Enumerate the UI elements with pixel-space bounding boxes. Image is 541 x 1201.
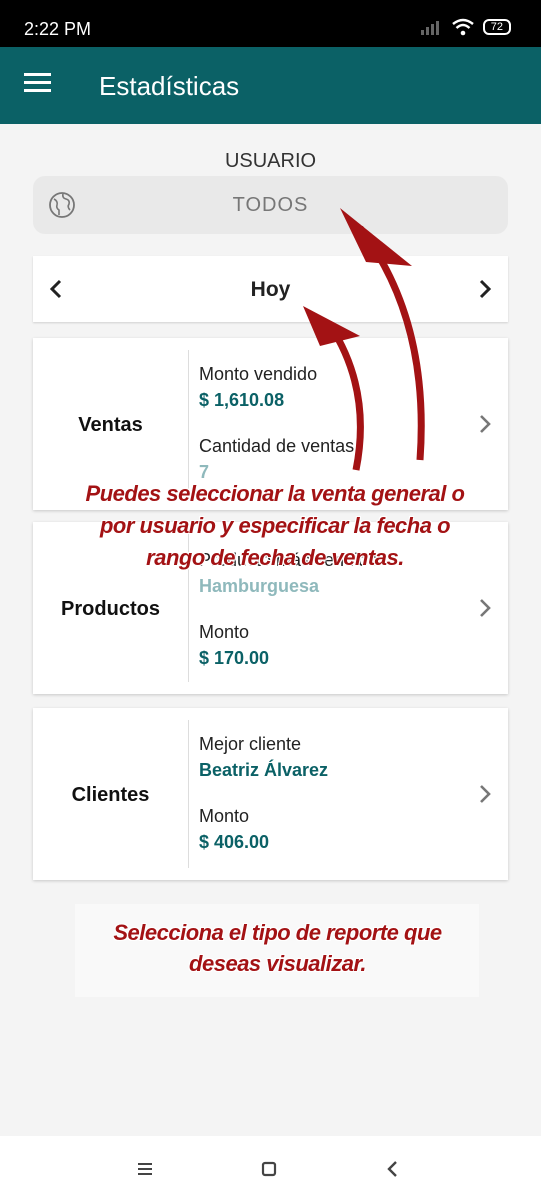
card-row-label: Monto	[199, 622, 250, 642]
menu-icon[interactable]	[24, 73, 52, 95]
card-row-value: $ 1,610.08	[199, 390, 285, 410]
card-divider	[188, 720, 189, 868]
card-row-label: Cantidad de ventas	[199, 436, 355, 456]
nav-menu-icon[interactable]	[130, 1154, 160, 1184]
card-divider	[188, 350, 189, 498]
battery-indicator: 72	[482, 19, 511, 35]
date-range-label[interactable]: Hoy	[33, 278, 508, 302]
annotation-report-hint: Selecciona el tipo de reporte que deseas…	[113, 920, 442, 976]
card-row-value: $ 170.00	[199, 648, 270, 668]
report-card-clientes[interactable]: Clientes Mejor cliente Beatriz Álvarez M…	[33, 708, 508, 880]
card-row-label: Mejor cliente	[199, 734, 302, 754]
annotation-filter-hint: Puedes seleccionar la venta general o po…	[85, 481, 465, 570]
page-title: Estadísticas	[99, 71, 240, 101]
chevron-right-icon	[480, 599, 491, 617]
status-icons: 72	[420, 18, 511, 36]
system-nav-bar	[0, 1136, 541, 1201]
chevron-right-icon[interactable]	[470, 274, 500, 304]
chevron-right-icon	[480, 785, 491, 803]
nav-back-icon[interactable]	[378, 1154, 408, 1184]
user-select[interactable]: TODOS	[33, 176, 508, 234]
card-row-value: Beatriz Álvarez	[199, 760, 329, 780]
user-filter-label: USUARIO	[224, 150, 317, 172]
card-row-label: Monto	[199, 806, 250, 826]
card-row-label: Monto vendido	[199, 364, 318, 384]
nav-home-icon[interactable]	[254, 1154, 284, 1184]
date-navigator: Hoy	[33, 256, 508, 322]
card-row-value: Hamburguesa	[199, 576, 320, 596]
status-bar: 2:22 PM 72	[0, 0, 541, 47]
signal-icon	[420, 21, 439, 35]
card-title: Clientes	[71, 784, 150, 806]
wifi-icon	[451, 18, 474, 36]
card-title: Ventas	[78, 414, 143, 436]
status-time: 2:22 PM	[24, 19, 92, 39]
chevron-right-icon	[480, 415, 491, 433]
user-select-value: TODOS	[232, 194, 309, 216]
card-title: Productos	[61, 598, 160, 620]
app-bar: Estadísticas	[0, 47, 541, 124]
card-row-value: $ 406.00	[199, 832, 270, 852]
